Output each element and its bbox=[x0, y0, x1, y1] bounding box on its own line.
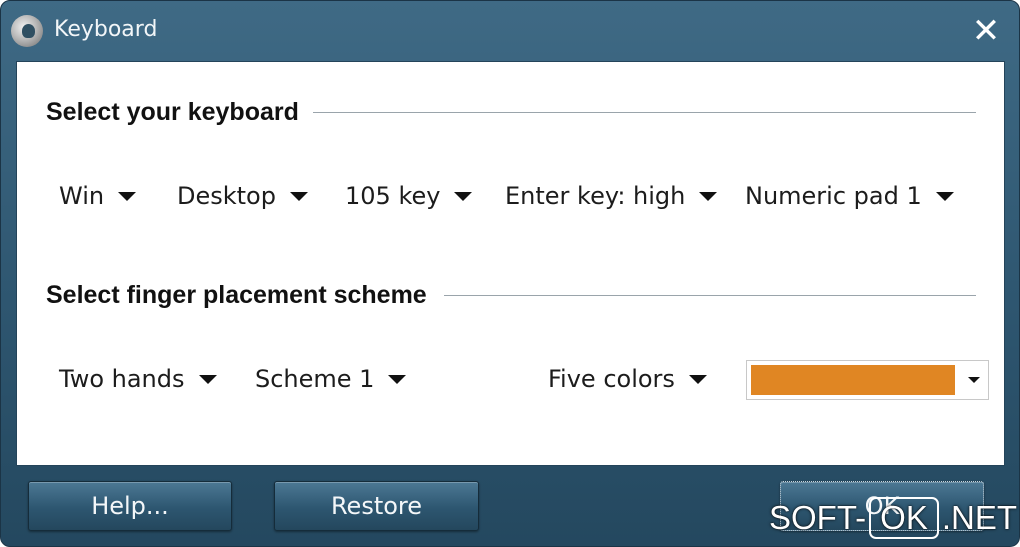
scheme-dropdown-label: Scheme 1 bbox=[255, 365, 375, 393]
chevron-down-icon bbox=[118, 191, 137, 201]
numeric-pad-dropdown[interactable]: Numeric pad 1 bbox=[745, 182, 954, 210]
chevron-down-icon bbox=[289, 191, 308, 201]
numeric-pad-dropdown-label: Numeric pad 1 bbox=[745, 182, 922, 210]
form-factor-dropdown[interactable]: Desktop bbox=[177, 182, 308, 210]
section-title-keyboard: Select your keyboard bbox=[46, 98, 299, 126]
close-icon[interactable]: ✕ bbox=[967, 13, 1005, 49]
scheme-dropdown[interactable]: Scheme 1 bbox=[255, 365, 407, 393]
color-mode-dropdown[interactable]: Five colors bbox=[548, 365, 707, 393]
app-logo-icon bbox=[11, 15, 43, 47]
chevron-down-icon bbox=[699, 191, 718, 201]
help-button[interactable]: Help... bbox=[28, 481, 232, 531]
chevron-down-icon bbox=[688, 374, 707, 384]
color-swatch bbox=[751, 365, 955, 395]
platform-dropdown-label: Win bbox=[59, 182, 105, 210]
section-divider bbox=[444, 295, 976, 296]
form-factor-dropdown-label: Desktop bbox=[177, 182, 276, 210]
enter-key-dropdown-label: Enter key: high bbox=[505, 182, 686, 210]
key-count-dropdown[interactable]: 105 key bbox=[345, 182, 473, 210]
color-mode-dropdown-label: Five colors bbox=[548, 365, 675, 393]
restore-button[interactable]: Restore bbox=[274, 481, 479, 531]
watermark-boxed: OK bbox=[869, 497, 939, 539]
enter-key-dropdown[interactable]: Enter key: high bbox=[505, 182, 718, 210]
watermark-left: SOFT- bbox=[769, 499, 867, 536]
section-title-finger-scheme: Select finger placement scheme bbox=[46, 281, 427, 309]
hands-dropdown-label: Two hands bbox=[59, 365, 185, 393]
section-divider bbox=[313, 112, 976, 113]
window-title: Keyboard bbox=[54, 17, 158, 42]
chevron-down-icon bbox=[968, 377, 980, 383]
title-bar: Keyboard ✕ bbox=[1, 1, 1020, 61]
dialog-content: Select your keyboard Win Desktop 105 key… bbox=[16, 61, 1005, 466]
chevron-down-icon bbox=[198, 374, 217, 384]
chevron-down-icon bbox=[454, 191, 473, 201]
keyboard-dialog: Keyboard ✕ Select your keyboard Win Desk… bbox=[0, 0, 1020, 547]
key-count-dropdown-label: 105 key bbox=[345, 182, 441, 210]
platform-dropdown[interactable]: Win bbox=[59, 182, 137, 210]
chevron-down-icon bbox=[388, 374, 407, 384]
color-picker-combo[interactable] bbox=[746, 360, 989, 400]
watermark: SOFT- OK .NET bbox=[769, 497, 1017, 539]
watermark-right: .NET bbox=[941, 499, 1018, 536]
chevron-down-icon bbox=[935, 191, 954, 201]
hands-dropdown[interactable]: Two hands bbox=[59, 365, 217, 393]
